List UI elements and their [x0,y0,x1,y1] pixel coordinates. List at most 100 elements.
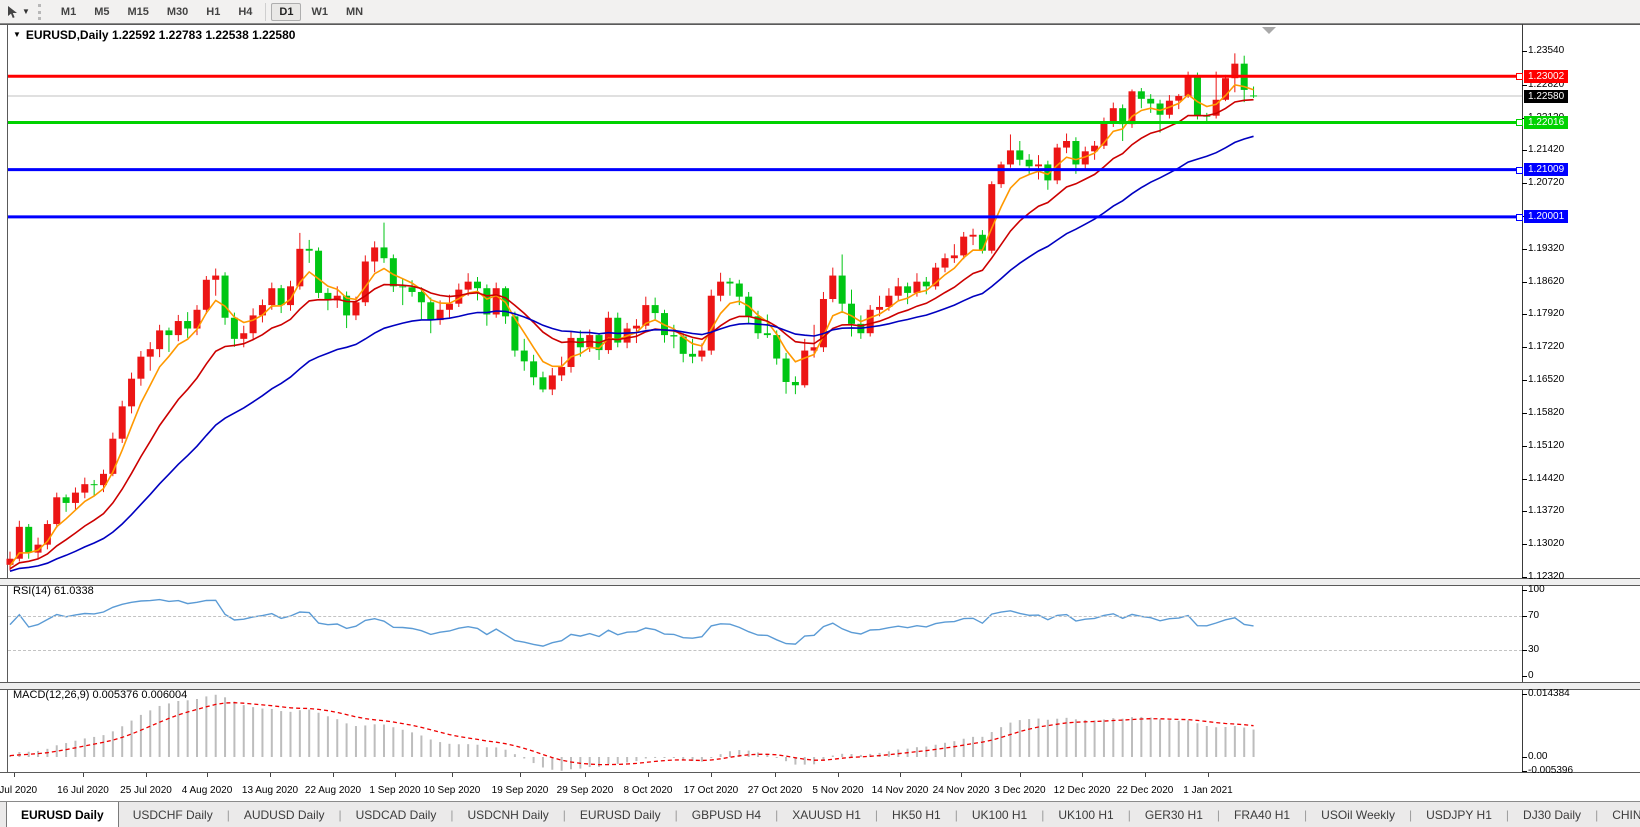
symbol-tab-usdjpy-h1[interactable]: USDJPY H1 [1412,802,1506,827]
symbol-tab-xauusd-h1[interactable]: XAUUSD H1 [778,802,875,827]
symbol-tab-usdcad-daily[interactable]: USDCAD Daily [342,802,451,827]
price-axis-label: 1.13720 [1528,505,1564,516]
candle-body [736,284,743,297]
macd-histogram-bar [1215,727,1217,757]
date-axis-tick [333,773,334,777]
macd-histogram-bar [682,757,684,760]
macd-histogram-bar [364,725,366,757]
price-axis-label: 1.15820 [1528,407,1564,418]
date-axis-label: 22 Aug 2020 [305,785,361,796]
candle-body [904,286,911,293]
macd-histogram-bar [383,725,385,757]
symbol-tab-fra40-h1[interactable]: FRA40 H1 [1220,802,1304,827]
symbol-tab-gbpusd-h4[interactable]: GBPUSD H4 [678,802,775,827]
date-axis-label: 29 Sep 2020 [557,785,614,796]
candle-body [1147,99,1154,104]
macd-histogram-bar [103,735,105,757]
candle-body [278,288,285,305]
candle-body [1035,164,1042,166]
macd-histogram-bar [271,709,273,757]
macd-histogram-bar [514,754,516,757]
macd-histogram-bar [430,740,432,757]
macd-histogram-bar [458,744,460,757]
price-axis-tick [1522,249,1527,250]
macd-histogram-bar [944,743,946,757]
symbol-tab-uk100-h1[interactable]: UK100 H1 [1044,802,1127,827]
date-axis-label: 13 Aug 2020 [242,785,298,796]
macd-histogram-bar [925,747,927,757]
symbol-tab-usoil-weekly[interactable]: USOil Weekly [1307,802,1409,827]
macd-histogram-bar [318,713,320,757]
symbol-tab-ger30-h1[interactable]: GER30 H1 [1131,802,1217,827]
rsi-axis-label: 70 [1528,610,1539,621]
date-axis-tick [520,773,521,777]
date-axis-tick [270,773,271,777]
price-axis-tick [1522,85,1527,86]
macd-histogram-bar [981,737,983,757]
macd-histogram-bar [916,747,918,757]
candle-body [698,351,705,357]
date-axis-tick [838,773,839,777]
candlesticks-layer [7,53,1258,570]
macd-histogram-bar [551,757,553,770]
macd-histogram-bar [851,754,853,757]
candle-body [1007,150,1014,164]
date-axis-label: 8 Oct 2020 [624,785,673,796]
symbol-tab-usdcnh-daily[interactable]: USDCNH Daily [453,802,562,827]
price-axis-tick [1522,183,1527,184]
symbol-tab-eurusd-daily[interactable]: EURUSD Daily [566,802,675,827]
macd-axis-tick [1522,757,1527,758]
symbol-tab-eurusd-daily[interactable]: EURUSD Daily [6,802,119,827]
candle-body [222,276,229,318]
macd-indicator-label: MACD(12,26,9) 0.005376 0.006004 [13,689,187,701]
macd-histogram-bar [729,751,731,757]
macd-histogram-bar [841,754,843,757]
symbol-tab-usdchf-daily[interactable]: USDCHF Daily [119,802,227,827]
macd-histogram-bar [776,757,778,758]
price-axis-tick [1522,544,1527,545]
macd-histogram-bar [187,700,189,757]
price-axis-label: 1.21420 [1528,144,1564,155]
macd-histogram-bar [1122,719,1124,757]
level-line-anchor [1516,167,1523,174]
price-axis-tick [1522,314,1527,315]
date-axis-label: 1 Jan 2021 [1183,785,1233,796]
macd-axis-tick [1522,694,1527,695]
rsi-level-line-70 [8,616,1522,617]
macd-histogram-bar [448,744,450,757]
macd-histogram-bar [205,696,207,757]
symbol-tab-dj30-daily[interactable]: DJ30 Daily [1509,802,1595,827]
level-price-badge: 1.21009 [1524,163,1568,176]
candle-body [81,484,88,492]
candle-body [1185,77,1192,96]
candle-body [25,527,32,553]
macd-histogram-bar [1103,719,1105,757]
date-axis-tick [146,773,147,777]
price-axis-tick [1522,380,1527,381]
candle-body [1110,108,1117,122]
symbol-tab-audusd-daily[interactable]: AUDUSD Daily [230,802,339,827]
candle-body [708,296,715,351]
macd-histogram-bar [112,731,114,757]
macd-histogram-bar [1225,727,1227,757]
macd-histogram-bar [645,757,647,758]
candle-body [109,439,116,474]
candle-body [717,282,724,296]
candle-body [652,305,659,313]
price-chart-canvas[interactable] [0,0,1640,826]
candle-body [137,357,144,379]
candle-body [726,282,733,284]
price-axis-tick [1522,282,1527,283]
macd-histogram-bar [1094,720,1096,757]
symbol-tab-china300-h1[interactable]: CHINA300 H1 [1598,802,1640,827]
macd-histogram-bar [1243,728,1245,757]
macd-histogram-bar [570,757,572,769]
symbol-tab-uk100-h1[interactable]: UK100 H1 [958,802,1041,827]
collapse-triangle-icon[interactable]: ▼ [13,30,21,39]
date-axis-tick [395,773,396,777]
date-axis-tick [452,773,453,777]
macd-histogram-bar [327,716,329,757]
macd-histogram-bar [149,710,151,757]
symbol-tab-hk50-h1[interactable]: HK50 H1 [878,802,955,827]
macd-histogram-bar [261,709,263,757]
